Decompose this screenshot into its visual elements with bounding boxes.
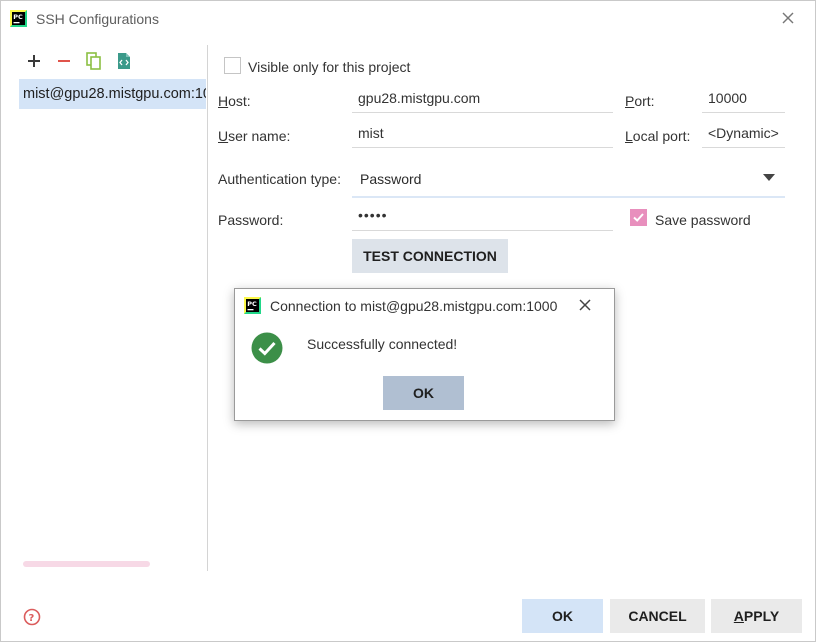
svg-text:PC: PC [247,300,257,308]
list-item[interactable]: mist@gpu28.mistgpu.com:10000 [19,79,206,109]
remove-icon[interactable] [55,51,73,71]
window-title: SSH Configurations [36,11,159,27]
configuration-label: mist@gpu28.mistgpu.com:10000 [23,86,206,102]
visible-only-label: Visible only for this project [248,59,411,75]
success-check-icon [251,332,283,364]
local-port-field[interactable]: <Dynamic> [702,122,785,148]
auth-type-value: Password [360,171,422,187]
copy-icon[interactable] [85,51,103,71]
svg-text:?: ? [29,613,35,624]
ok-button[interactable]: OK [522,599,603,633]
apply-button[interactable]: APPLY [711,599,802,633]
close-icon[interactable] [780,10,796,26]
add-icon[interactable] [25,51,43,71]
configurations-panel: mist@gpu28.mistgpu.com:10000 [19,45,208,571]
local-port-value: <Dynamic> [708,125,779,141]
password-field[interactable]: ••••• [352,205,613,231]
cancel-button[interactable]: CANCEL [610,599,705,633]
configurations-toolbar [19,51,199,71]
port-label: Port: [625,93,655,109]
checkmark-icon [633,213,644,222]
help-icon[interactable]: ? [23,608,41,626]
save-password-label: Save password [655,212,751,228]
connection-result-dialog: PC Connection to mist@gpu28.mistgpu.com:… [234,288,615,421]
username-label: User name: [218,128,291,144]
host-value: gpu28.mistgpu.com [358,90,481,106]
ssh-configurations-window: PC SSH Configurations mist@gpu28.mistgpu… [0,0,816,642]
chevron-down-icon [763,174,775,181]
dialog-ok-button[interactable]: OK [383,376,464,410]
horizontal-scrollbar[interactable] [23,561,150,567]
save-password-checkbox[interactable] [630,209,647,226]
import-icon[interactable] [115,51,133,71]
pycharm-logo-icon: PC [10,10,27,27]
auth-type-select[interactable]: Password [352,164,785,198]
port-field[interactable]: 10000 [702,87,785,113]
dialog-message: Successfully connected! [307,336,458,352]
test-connection-button[interactable]: TEST CONNECTION [352,239,508,273]
title-bar: PC SSH Configurations [1,1,815,37]
pycharm-logo-icon: PC [244,297,261,314]
username-value: mist [358,125,384,141]
svg-text:PC: PC [13,13,23,21]
host-label: Host: [218,93,251,109]
username-field[interactable]: mist [352,122,613,148]
password-value: ••••• [358,207,388,223]
auth-type-label: Authentication type: [218,171,341,187]
dialog-title: Connection to mist@gpu28.mistgpu.com:100… [270,298,558,314]
host-field[interactable]: gpu28.mistgpu.com [352,87,613,113]
close-icon[interactable] [578,298,592,312]
password-label: Password: [218,212,284,228]
visible-only-checkbox[interactable] [224,57,241,74]
port-value: 10000 [708,90,747,106]
local-port-label: Local port: [625,128,691,144]
